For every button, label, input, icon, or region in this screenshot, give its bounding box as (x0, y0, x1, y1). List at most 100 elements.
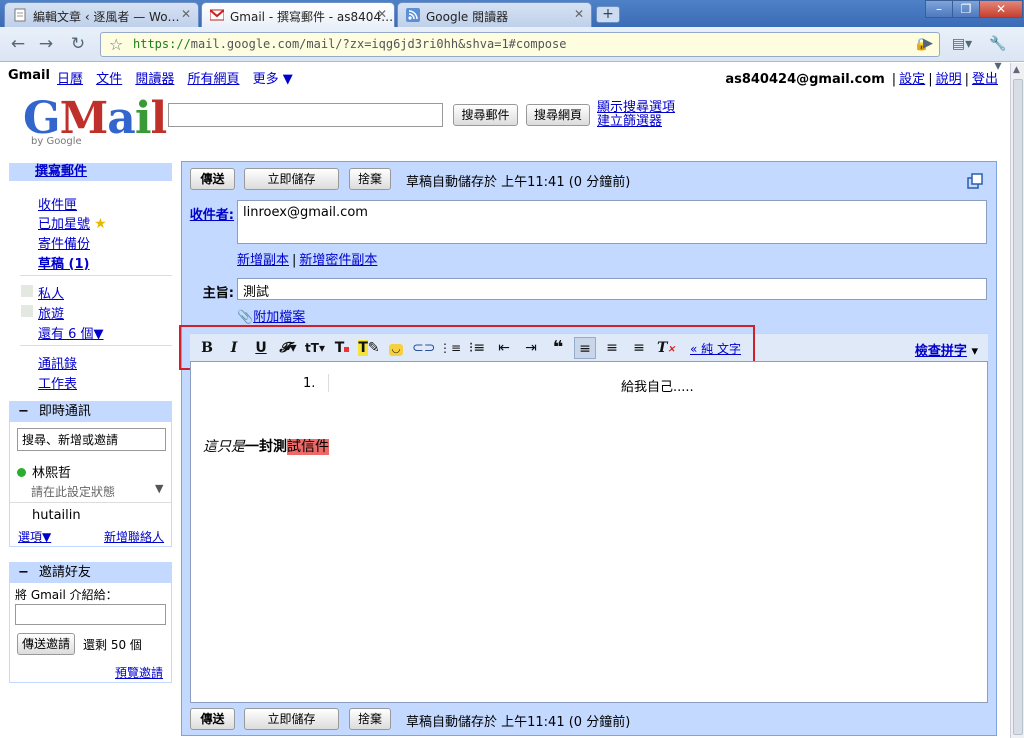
reload-icon[interactable]: ↻ (66, 33, 90, 55)
collapse-icon[interactable]: − (18, 404, 29, 419)
compose-mail-link[interactable]: 撰寫郵件 (9, 163, 172, 181)
browser-tab-wordpress[interactable]: 編輯文章 ‹ 逐風者 — Wo… ✕ (4, 2, 199, 27)
forward-arrow-icon[interactable]: → (34, 33, 58, 55)
scrollbar-thumb[interactable] (1013, 79, 1023, 735)
add-bcc-link[interactable]: 新增密件副本 (299, 253, 377, 268)
message-body-editor[interactable]: 1. 給我自己..... 這只是一封測試信件 (190, 361, 988, 703)
invite-title: 邀請好友 (38, 565, 91, 580)
signout-link[interactable]: 登出 (972, 72, 998, 87)
divider (10, 502, 171, 503)
show-search-options-link[interactable]: 顯示搜尋選項 (597, 101, 675, 115)
link-docs[interactable]: 文件 (96, 72, 122, 87)
page-scrollbar[interactable]: ▲ (1010, 63, 1024, 738)
browser-toolbar: ← → ↻ ☆ https://mail.google.com/mail/?zx… (0, 27, 1024, 74)
subject-field[interactable]: 測試 (237, 278, 987, 300)
gmail-top-bar: Gmail 日曆 文件 閱讀器 所有網頁 更多 ▼ as840424@gmail… (0, 63, 1010, 87)
window-close-button[interactable]: ✕ (979, 0, 1023, 18)
self-name: 林熙哲 (32, 466, 72, 481)
attach-file[interactable]: 📎附加檔案 (237, 306, 305, 325)
save-now-button[interactable]: 立即儲存 (244, 168, 339, 190)
chat-search-input[interactable] (17, 428, 166, 451)
close-icon[interactable]: ✕ (377, 7, 387, 21)
search-mail-button[interactable]: 搜尋郵件 (453, 104, 518, 126)
sidebar-item-tasks[interactable]: 工作表 (38, 373, 77, 392)
collapse-icon[interactable]: − (18, 565, 29, 580)
close-icon[interactable]: ✕ (574, 7, 584, 21)
send-invite-button[interactable]: 傳送邀請 (17, 633, 75, 655)
wrench-icon[interactable]: 🔧▾ (986, 33, 1010, 74)
invite-email-input[interactable] (15, 604, 166, 625)
chevron-down-icon[interactable]: ▾ (971, 344, 978, 359)
chat-self[interactable]: 林熙哲 (17, 462, 71, 481)
attach-file-link[interactable]: 附加檔案 (253, 310, 305, 325)
send-button-bottom[interactable]: 傳送 (190, 708, 235, 730)
sidebar-label-private[interactable]: 私人 (38, 283, 64, 302)
sidebar-label-travel[interactable]: 旅遊 (38, 303, 64, 322)
discard-button-bottom[interactable]: 捨棄 (349, 708, 391, 730)
send-button[interactable]: 傳送 (190, 168, 235, 190)
settings-link[interactable]: 設定 (899, 72, 925, 87)
contact-item[interactable]: hutailin (32, 508, 81, 523)
browser-tab-strip: 編輯文章 ‹ 逐風者 — Wo… ✕ Gmail - 撰寫郵件 - as8404… (0, 0, 1024, 28)
italic-text: 這只是 (203, 439, 245, 455)
tab-title: Gmail - 撰寫郵件 - as8404… (230, 10, 394, 24)
sidebar-item-contacts[interactable]: 通訊錄 (38, 353, 77, 372)
new-tab-button[interactable]: + (596, 6, 620, 23)
user-email: as840424@gmail.com (725, 72, 885, 87)
sidebar-item-drafts[interactable]: 草稿 (1) (38, 253, 89, 272)
add-cc-link[interactable]: 新增副本 (237, 253, 289, 268)
invite-header[interactable]: − 邀請好友 (10, 563, 171, 583)
divider (20, 345, 172, 346)
browser-tab-reader[interactable]: Google 閱讀器 ✕ (397, 2, 592, 27)
cc-links: 新增副本 | 新增密件副本 (237, 253, 378, 268)
chat-header[interactable]: − 即時通訊 (10, 402, 171, 422)
minimize-button[interactable]: – (925, 0, 953, 18)
sidebar-item-inbox[interactable]: 收件匣 (38, 194, 77, 213)
discard-button[interactable]: 捨棄 (349, 168, 391, 190)
chat-title: 即時通訊 (38, 404, 91, 419)
scroll-up-icon[interactable]: ▲ (1013, 65, 1020, 75)
gmail-logo[interactable]: GMail by Google (23, 93, 167, 149)
search-input[interactable] (168, 103, 443, 127)
sidebar-item-starred[interactable]: 已加星號 ★ (38, 213, 107, 232)
play-icon[interactable]: ▶ (916, 33, 940, 55)
spell-check-link[interactable]: 檢查拼字 (915, 344, 967, 359)
bold-text: 一封測 (245, 439, 287, 455)
online-status-icon (17, 468, 26, 477)
star-icon: ★ (94, 216, 107, 232)
status-dropdown-icon[interactable]: ▼ (155, 482, 163, 495)
popout-icon[interactable] (967, 173, 983, 189)
sidebar-more-labels[interactable]: 還有 6 個▼ (38, 323, 104, 342)
address-bar[interactable]: ☆ https://mail.google.com/mail/?zx=iqg6j… (100, 32, 940, 57)
rss-icon (406, 8, 420, 22)
star-icon[interactable]: ☆ (109, 33, 123, 56)
help-link[interactable]: 說明 (936, 72, 962, 87)
by-google: by Google (31, 136, 82, 147)
divider (20, 275, 172, 276)
to-field[interactable]: linroex@gmail.com (237, 200, 987, 244)
chat-options-link[interactable]: 選項▼ (18, 528, 51, 545)
preview-invite-link[interactable]: 預覽邀請 (115, 664, 163, 681)
autosave-status-bottom: 草稿自動儲存於 上午11:41 (0 分鐘前) (406, 715, 631, 730)
close-icon[interactable]: ✕ (181, 7, 191, 21)
page-menu-icon[interactable]: ▤▾ (950, 33, 974, 55)
invite-panel: − 邀請好友 將 Gmail 介紹給： 傳送邀請 還剩 50 個 預覽邀請 (9, 562, 172, 683)
link-calendar[interactable]: 日曆 (57, 72, 83, 87)
to-label[interactable]: 收件者: (188, 204, 234, 223)
browser-tab-gmail[interactable]: Gmail - 撰寫郵件 - as8404… ✕ (201, 2, 395, 28)
sidebar-item-label[interactable]: 已加星號 (38, 217, 90, 232)
maximize-button[interactable]: ❐ (952, 0, 980, 18)
product-links: 日曆 文件 閱讀器 所有網頁 更多 ▼ (57, 68, 302, 87)
link-reader[interactable]: 閱讀器 (135, 72, 174, 87)
add-contact-link[interactable]: 新增聯絡人 (104, 528, 164, 545)
spell-check[interactable]: 檢查拼字 ▾ (915, 340, 978, 359)
save-now-button-bottom[interactable]: 立即儲存 (244, 708, 339, 730)
link-more[interactable]: 更多 ▼ (253, 72, 293, 87)
status-message-field[interactable]: 請在此設定狀態 (31, 483, 115, 500)
create-filter-link[interactable]: 建立篩選器 (597, 115, 675, 129)
link-web[interactable]: 所有網頁 (187, 72, 239, 87)
search-web-button[interactable]: 搜尋網頁 (526, 104, 590, 126)
invites-remaining: 還剩 50 個 (83, 638, 142, 652)
back-arrow-icon[interactable]: ← (6, 33, 30, 55)
sidebar-item-sent[interactable]: 寄件備份 (38, 233, 90, 252)
